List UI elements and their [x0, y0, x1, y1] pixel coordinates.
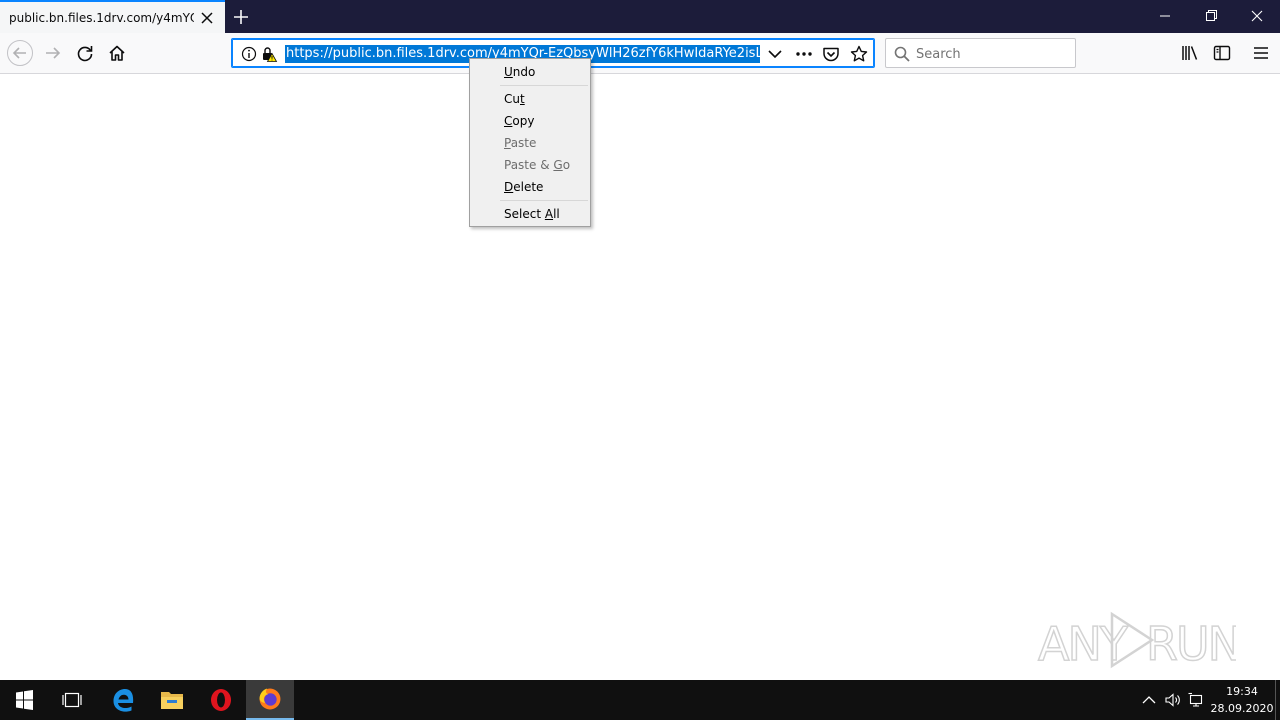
system-clock[interactable]: 19:34 28.09.2020	[1209, 683, 1275, 717]
show-desktop-button[interactable]	[1275, 680, 1280, 720]
opera-browser-icon[interactable]	[197, 680, 245, 720]
close-window-icon[interactable]	[1234, 0, 1280, 32]
watermark-text-right: RUN	[1146, 617, 1236, 671]
task-view-icon[interactable]	[48, 680, 96, 720]
context-menu: Undo Cut Copy Paste Paste & Go Delete Se…	[469, 58, 591, 227]
minimize-icon[interactable]	[1142, 0, 1188, 32]
menu-item-paste-and-go[interactable]: Paste & Go	[472, 154, 588, 176]
menu-item-delete[interactable]: Delete	[472, 176, 588, 198]
restore-icon[interactable]	[1188, 0, 1234, 32]
reload-icon[interactable]	[70, 39, 100, 67]
chevron-up-icon[interactable]	[1139, 690, 1159, 710]
forward-arrow-icon[interactable]	[38, 39, 68, 67]
menu-item-select-all[interactable]: Select All	[472, 203, 588, 225]
volume-icon[interactable]	[1163, 690, 1183, 710]
anyrun-watermark-logo: ANY RUN	[1037, 611, 1236, 672]
hamburger-menu-icon[interactable]	[1247, 39, 1275, 67]
pocket-icon[interactable]	[821, 45, 841, 63]
home-icon[interactable]	[102, 39, 132, 67]
chevron-down-icon[interactable]	[765, 45, 785, 63]
insecure-lock-icon[interactable]	[260, 45, 278, 63]
sidebar-icon[interactable]	[1208, 39, 1236, 67]
tab-active[interactable]: public.bn.files.1drv.com/y4mYQr-EzQbsyWl…	[0, 0, 225, 33]
info-icon[interactable]	[240, 45, 258, 63]
back-arrow-icon[interactable]	[5, 39, 35, 67]
taskbar: 19:34 28.09.2020	[0, 680, 1280, 720]
menu-item-paste[interactable]: Paste	[472, 132, 588, 154]
close-icon[interactable]	[198, 9, 216, 27]
clock-time: 19:34	[1226, 685, 1258, 698]
menu-separator	[500, 85, 588, 86]
tab-strip: public.bn.files.1drv.com/y4mYQr-EzQbsyWl…	[0, 0, 1280, 33]
search-input[interactable]	[916, 45, 1066, 63]
network-icon[interactable]	[1187, 690, 1207, 710]
plus-icon[interactable]	[229, 5, 253, 29]
menu-item-cut[interactable]: Cut	[472, 88, 588, 110]
menu-separator	[500, 200, 588, 201]
library-icon[interactable]	[1176, 39, 1204, 67]
firefox-browser-icon[interactable]	[246, 680, 294, 720]
clock-date: 28.09.2020	[1210, 702, 1274, 715]
search-bar[interactable]	[885, 38, 1076, 68]
file-explorer-icon[interactable]	[148, 680, 196, 720]
windows-start-icon[interactable]	[0, 680, 48, 720]
menu-item-copy[interactable]: Copy	[472, 110, 588, 132]
navigation-toolbar: https://public.bn.files.1drv.com/y4mYQr-…	[0, 33, 1280, 74]
page-actions-icon[interactable]	[792, 45, 816, 63]
edge-browser-icon[interactable]	[99, 680, 147, 720]
search-icon	[894, 46, 910, 62]
bookmark-star-icon[interactable]	[849, 44, 869, 64]
menu-item-undo[interactable]: Undo	[472, 61, 588, 83]
tab-title: public.bn.files.1drv.com/y4mYQr-EzQbsyWl…	[9, 11, 194, 25]
